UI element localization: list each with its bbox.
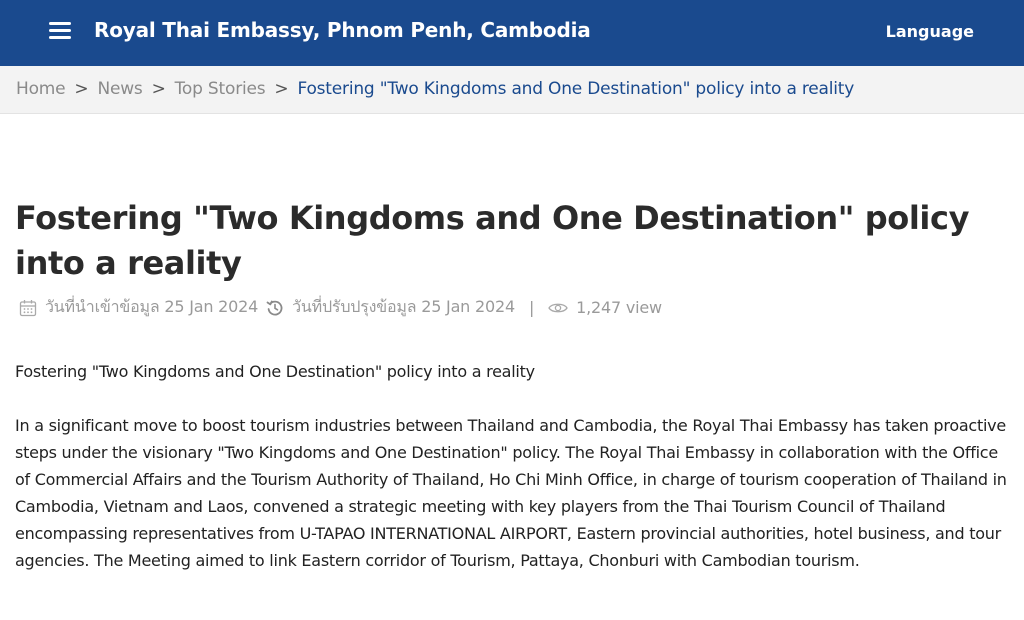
language-button[interactable]: Language <box>886 22 974 41</box>
meta-separator: | <box>528 298 535 317</box>
article-body: Fostering "Two Kingdoms and One Destinat… <box>15 358 1015 601</box>
calendar-icon <box>19 299 37 317</box>
view-count: 1,247 view <box>576 298 662 317</box>
breadcrumb-separator: > <box>74 79 89 99</box>
article-paragraph: Fostering "Two Kingdoms and One Destinat… <box>15 362 535 381</box>
hamburger-menu-icon[interactable] <box>49 22 71 40</box>
updated-date: วันที่ปรับปรุงข้อมูล 25 Jan 2024 <box>292 297 515 316</box>
breadcrumb-home[interactable]: Home <box>16 79 66 99</box>
history-icon <box>266 299 284 317</box>
article-title: Fostering "Two Kingdoms and One Destinat… <box>15 199 970 282</box>
breadcrumb-top-stories[interactable]: Top Stories <box>175 79 266 99</box>
breadcrumb-news[interactable]: News <box>97 79 142 99</box>
top-navbar: Royal Thai Embassy, Phnom Penh, Cambodia… <box>0 0 1024 66</box>
breadcrumb-separator: > <box>274 79 289 99</box>
breadcrumb-current: Fostering "Two Kingdoms and One Destinat… <box>297 79 855 99</box>
eye-icon <box>548 301 568 315</box>
article-meta: วันที่นำเข้าข้อมูล 25 Jan 2024 วันที่ปรั… <box>19 295 662 320</box>
breadcrumb: Home > News > Top Stories > Fostering "Two Kin… <box>16 79 854 99</box>
created-date: วันที่นำเข้าข้อมูล 25 Jan 2024 <box>45 297 259 316</box>
site-title[interactable]: Royal Thai Embassy, Phnom Penh, Cambodia <box>94 18 591 42</box>
breadcrumb-separator: > <box>151 79 166 99</box>
breadcrumb-bar: Home > News > Top Stories > Fostering "Two Kin… <box>0 66 1024 114</box>
article-paragraph: In a significant move to boost tourism i… <box>15 416 1007 570</box>
